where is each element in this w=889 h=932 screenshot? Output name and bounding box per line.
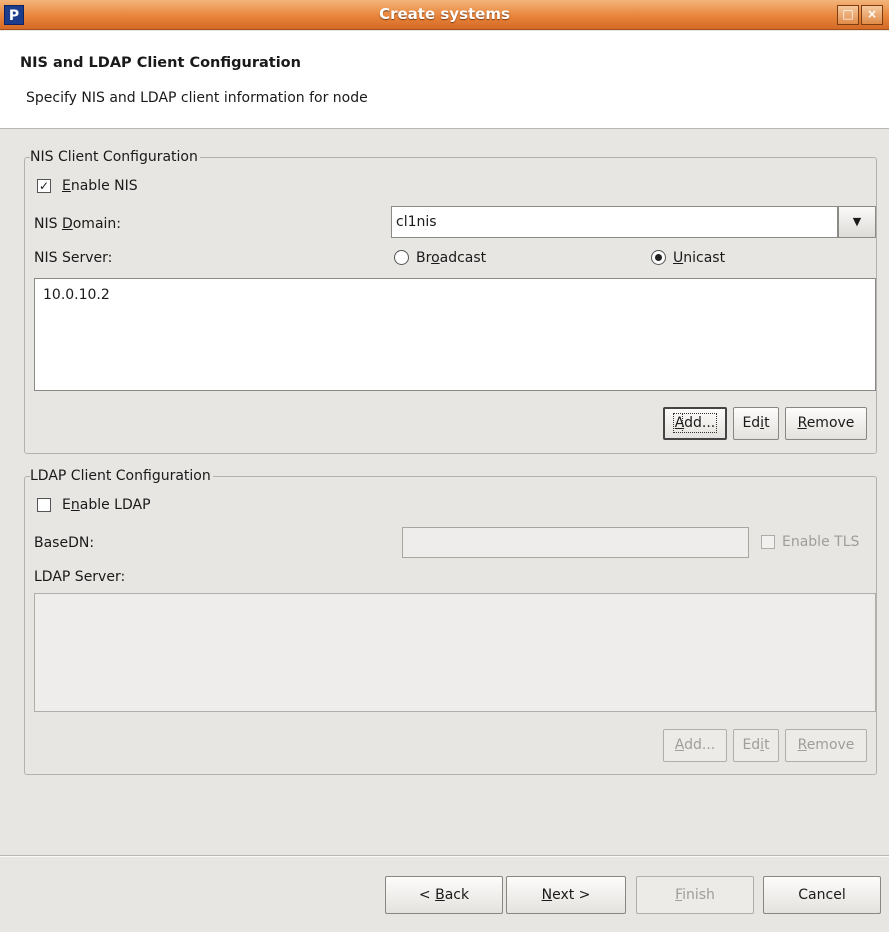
next-button[interactable]: Next >	[506, 876, 626, 914]
create-systems-window: P Create systems □ × NIS and LDAP Client…	[0, 0, 889, 932]
ldap-server-label: LDAP Server:	[34, 569, 126, 585]
nis-add-button[interactable]: Add...	[663, 407, 727, 440]
nis-domain-label: NIS Domain:	[34, 216, 121, 232]
nis-domain-combo-input[interactable]: cl1nis	[391, 206, 838, 238]
ldap-edit-button[interactable]: Edit	[733, 729, 779, 762]
footer-divider-highlight	[0, 856, 889, 857]
unicast-radio[interactable]	[651, 250, 666, 265]
nis-edit-button[interactable]: Edit	[733, 407, 779, 440]
checkmark-icon: ✓	[38, 179, 50, 193]
cancel-button[interactable]: Cancel	[763, 876, 881, 914]
chevron-down-icon[interactable]: ▼	[838, 206, 876, 238]
broadcast-radio[interactable]	[394, 250, 409, 265]
maximize-icon[interactable]: □	[837, 5, 859, 25]
nis-group-label: NIS Client Configuration	[30, 148, 200, 166]
broadcast-label[interactable]: Broadcast	[416, 249, 486, 267]
title-bar[interactable]: P Create systems □ ×	[0, 0, 889, 30]
finish-button[interactable]: Finish	[636, 876, 754, 914]
ldap-remove-button[interactable]: Remove	[785, 729, 867, 762]
unicast-label[interactable]: Unicast	[673, 249, 725, 267]
ldap-add-button[interactable]: Add...	[663, 729, 727, 762]
enable-ldap-label[interactable]: Enable LDAP	[62, 496, 151, 514]
back-button[interactable]: < Back	[385, 876, 503, 914]
close-icon[interactable]: ×	[861, 5, 883, 25]
enable-nis-checkbox[interactable]: ✓	[37, 179, 51, 193]
basedn-label: BaseDN:	[34, 535, 95, 551]
nis-server-list[interactable]: 10.0.10.2	[34, 278, 876, 391]
ldap-group-label: LDAP Client Configuration	[30, 467, 213, 485]
nis-remove-button[interactable]: Remove	[785, 407, 867, 440]
ldap-server-list[interactable]	[34, 593, 876, 712]
page-description: Specify NIS and LDAP client information …	[26, 90, 368, 106]
basedn-input[interactable]	[402, 527, 749, 558]
enable-tls-checkbox[interactable]	[761, 535, 775, 549]
window-title: Create systems	[379, 5, 510, 23]
enable-ldap-checkbox[interactable]	[37, 498, 51, 512]
nis-server-label: NIS Server:	[34, 250, 113, 266]
enable-nis-label[interactable]: Enable NIS	[62, 177, 138, 195]
page-title: NIS and LDAP Client Configuration	[20, 55, 301, 71]
enable-tls-label: Enable TLS	[782, 534, 860, 550]
wizard-header: NIS and LDAP Client Configuration Specif…	[0, 31, 889, 129]
list-item[interactable]: 10.0.10.2	[43, 287, 867, 303]
